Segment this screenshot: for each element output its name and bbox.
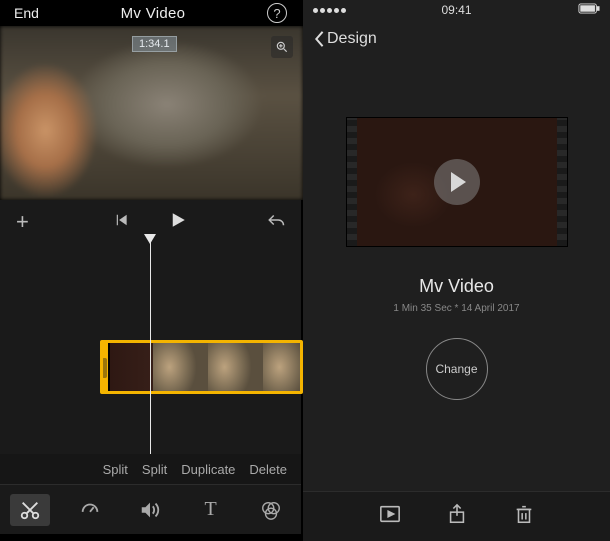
video-clip[interactable]	[100, 340, 303, 394]
detail-header: Design	[303, 20, 610, 58]
editor-header: End Mv Video ?	[0, 0, 301, 26]
titles-tool-button[interactable]: T	[191, 498, 231, 521]
detail-tabbar	[303, 491, 610, 541]
split-action[interactable]: Split	[103, 462, 128, 477]
preview-frame	[0, 26, 303, 200]
change-button[interactable]: Change	[426, 338, 488, 400]
delete-button[interactable]	[513, 503, 535, 530]
clip-actions-row: Split Split Duplicate Delete	[0, 454, 301, 484]
video-title: Mv Video	[419, 276, 494, 297]
cut-tool-button[interactable]	[10, 494, 50, 526]
video-thumbnail[interactable]	[347, 118, 567, 246]
end-button[interactable]: End	[14, 5, 39, 21]
share-button[interactable]	[446, 503, 468, 530]
delete-action[interactable]: Delete	[249, 462, 287, 477]
video-preview[interactable]: 1:34.1	[0, 26, 303, 200]
help-button[interactable]: ?	[267, 3, 287, 23]
preview-timestamp-badge: 1:34.1	[132, 36, 177, 52]
add-media-button[interactable]: +	[16, 209, 29, 235]
speed-tool-button[interactable]	[70, 499, 110, 521]
split-action-2[interactable]: Split	[142, 462, 167, 477]
signal-icon	[313, 8, 346, 13]
editor-pane: End Mv Video ? 1:34.1 +	[0, 0, 303, 541]
project-title: Mv Video	[121, 5, 186, 22]
detail-body: Mv Video 1 Min 35 Sec * 14 April 2017 Ch…	[303, 58, 610, 491]
filmstrip-icon	[347, 118, 357, 246]
back-button[interactable]: Design	[313, 30, 377, 48]
clip-thumbnail	[208, 343, 263, 391]
detail-pane: 09:41 Design Mv Video 1 Min 35 Sec * 14 …	[303, 0, 610, 541]
filters-tool-button[interactable]	[251, 499, 291, 521]
battery-icon	[578, 3, 600, 17]
volume-tool-button[interactable]	[130, 499, 170, 521]
zoom-button[interactable]	[271, 36, 293, 58]
play-button[interactable]	[169, 211, 187, 234]
back-label: Design	[327, 30, 377, 48]
clip-trim-handle-left[interactable]	[100, 343, 110, 391]
skip-start-button[interactable]	[115, 213, 129, 232]
play-fullscreen-button[interactable]	[379, 503, 401, 530]
play-overlay-button[interactable]	[434, 159, 480, 205]
status-clock: 09:41	[441, 3, 471, 17]
duplicate-action[interactable]: Duplicate	[181, 462, 235, 477]
video-meta: 1 Min 35 Sec * 14 April 2017	[393, 303, 519, 314]
clip-thumbnail	[263, 343, 303, 391]
undo-button[interactable]	[267, 212, 285, 233]
timeline[interactable]	[0, 244, 301, 454]
editor-toolbar: T	[0, 484, 301, 534]
clip-thumbnail	[153, 343, 208, 391]
filmstrip-icon	[557, 118, 567, 246]
playhead[interactable]	[150, 234, 151, 454]
status-bar: 09:41	[303, 0, 610, 20]
